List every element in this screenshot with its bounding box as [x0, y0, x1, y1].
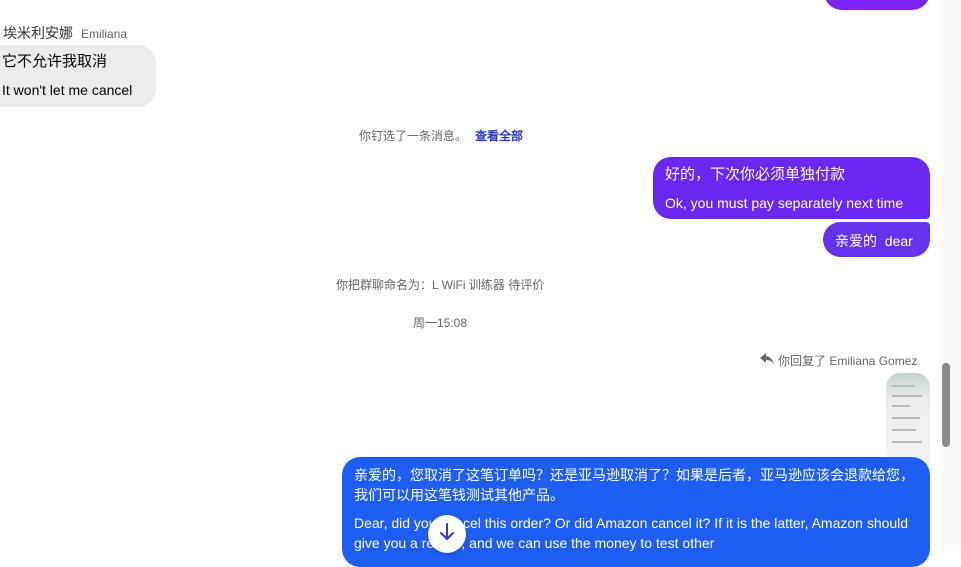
scroll-to-bottom-button[interactable]: [428, 515, 466, 553]
rename-notice: 你把群聊命名为：L WiFi 训练器 待评价: [336, 278, 545, 292]
outgoing-text-cn: 好的，下次你必须单独付款: [665, 166, 846, 183]
scrollbar-track[interactable]: [940, 0, 961, 551]
pinned-notice-text: 你钉选了一条消息。: [359, 129, 468, 143]
incoming-text-cn: 它不允许我取消: [2, 53, 108, 70]
previous-outgoing-bubble[interactable]: [824, 0, 930, 10]
pinned-notice: 你钉选了一条消息。 查看全部: [359, 127, 523, 144]
view-all-link[interactable]: 查看全部: [475, 129, 523, 143]
sender-name-cn: 埃米利安娜: [3, 25, 73, 41]
arrow-down-icon: [439, 522, 455, 546]
outgoing-message-bubble-dear[interactable]: 亲爱的 dear: [823, 222, 930, 257]
reply-arrow-icon: [760, 353, 774, 368]
incoming-text-en: It won't let me cancel: [2, 82, 133, 98]
reply-text-cn: 亲爱的，您取消了这笔订单吗？还是亚马逊取消了？如果是后者，亚马逊应该会退款给您，…: [354, 467, 914, 503]
outgoing-dear-text: 亲爱的 dear: [835, 233, 913, 249]
replied-image-thumbnail[interactable]: [886, 373, 930, 463]
reply-note: 你回复了 Emiliana Gomez: [760, 352, 917, 369]
reply-note-text: 你回复了 Emiliana Gomez: [778, 354, 918, 368]
outgoing-text-en: Ok, you must pay separately next time: [665, 195, 904, 211]
sender-label: 埃米利安娜 Emiliana: [3, 23, 127, 43]
outgoing-message-bubble[interactable]: 好的，下次你必须单独付款 Ok, you must pay separately…: [653, 157, 930, 219]
timestamp: 周一15:08: [413, 316, 468, 330]
scrollbar-thumb[interactable]: [942, 363, 950, 447]
sender-name-en: Emiliana: [81, 27, 128, 41]
incoming-message-bubble[interactable]: 它不允许我取消 It won't let me cancel: [0, 45, 156, 107]
